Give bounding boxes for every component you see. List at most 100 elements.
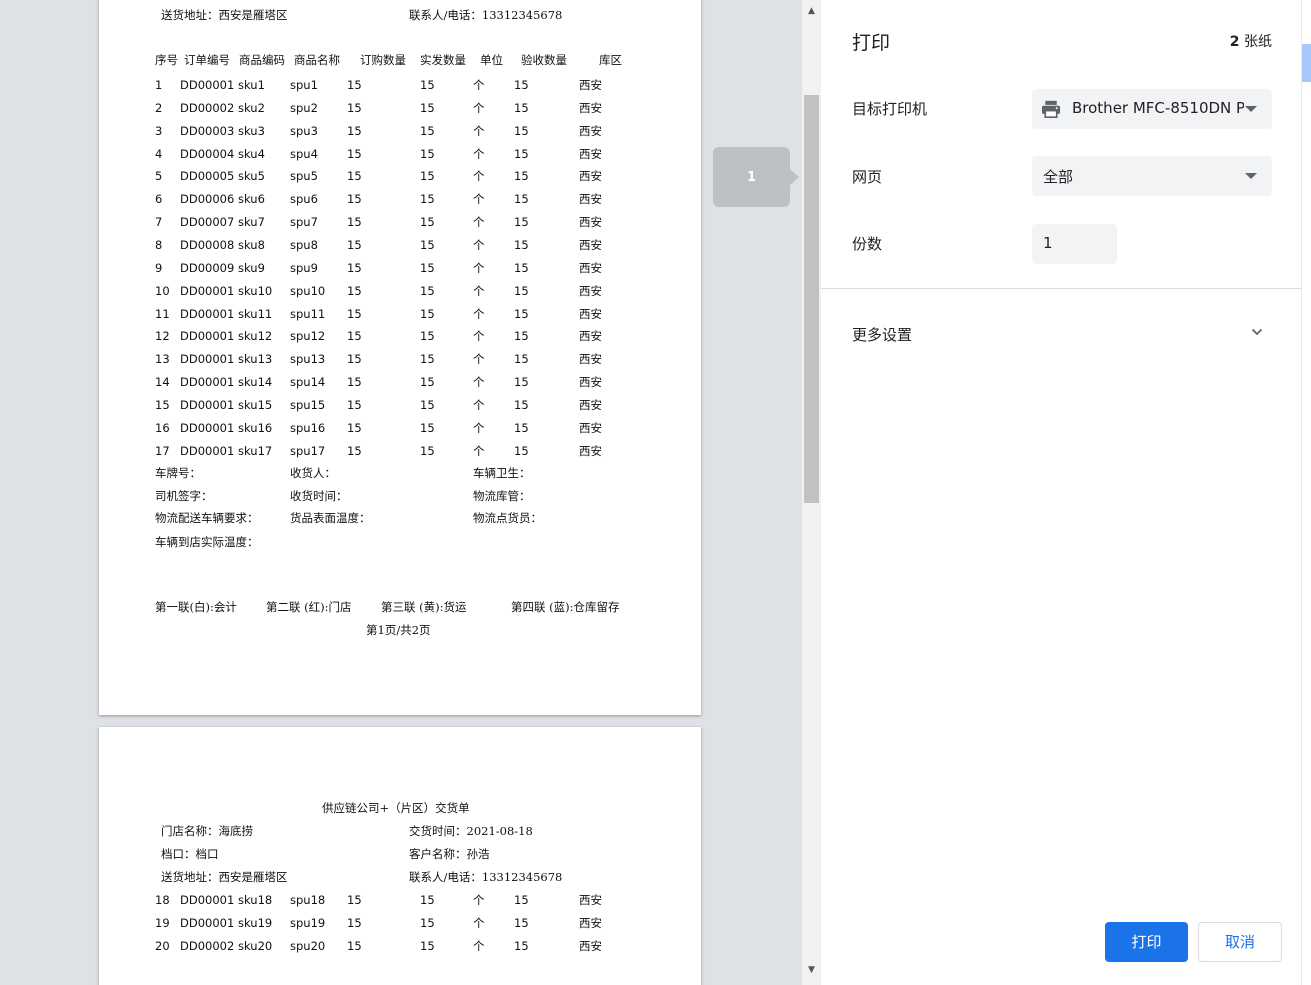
table-cell-sku: sku7 — [238, 215, 265, 230]
section-divider — [821, 288, 1301, 289]
printer-select[interactable]: Brother MFC-8510DN Printer — [1032, 89, 1272, 129]
copies-input[interactable]: 1 — [1032, 224, 1117, 264]
table-row: 14 DD00001 sku14 spu14 15 15 个 15 西安 — [99, 375, 701, 389]
table-cell-sku: sku8 — [238, 237, 265, 252]
preview-page-2: 供应链公司+（片区）交货单 门店名称：海底捞 交货时间：2021-08-18 档… — [99, 727, 701, 985]
col-order-no-header: 订单编号 — [184, 53, 230, 67]
table-cell-index: 12 — [155, 329, 170, 344]
table-cell-order-no: DD00001 — [180, 78, 235, 92]
pages-select[interactable]: 全部 — [1032, 156, 1272, 196]
table-cell-index: 3 — [155, 123, 163, 138]
table-cell-index: 20 — [155, 939, 170, 953]
print-preview-area[interactable]: 送货地址：西安是雁塔区 联系人/电话：13312345678 序号 订单编号 商品编… — [0, 0, 802, 985]
warehouse-manager-label: 物流库管： — [473, 489, 531, 503]
table-cell-zone: 西安 — [579, 192, 602, 207]
table-cell-zone: 西安 — [579, 215, 602, 230]
table-cell-index: 8 — [155, 237, 163, 252]
table-cell-shipped-qty: 15 — [420, 306, 435, 321]
table-cell-sku: sku14 — [238, 375, 273, 390]
table-cell-unit: 个 — [473, 169, 485, 184]
table-cell-spu: spu15 — [290, 397, 326, 412]
table-cell-index: 2 — [155, 100, 163, 115]
table-cell-zone: 西安 — [579, 169, 602, 184]
table-cell-spu: spu13 — [290, 352, 326, 367]
table-cell-ordered-qty: 15 — [347, 78, 362, 92]
table-cell-order-no: DD00002 — [180, 100, 235, 115]
table-cell-index: 1 — [155, 78, 163, 92]
table-cell-spu: spu14 — [290, 375, 326, 390]
table-cell-ordered-qty: 15 — [347, 192, 362, 207]
table-cell-sku: sku1 — [238, 78, 265, 92]
table-cell-sku: sku6 — [238, 192, 265, 207]
table-cell-sku: sku5 — [238, 169, 265, 184]
table-cell-order-no: DD00001 — [180, 916, 235, 930]
copy-red: 第二联 (红):门店 — [266, 600, 352, 614]
scroll-thumb[interactable] — [804, 95, 819, 503]
printer-icon — [1042, 100, 1060, 118]
table-cell-ordered-qty: 15 — [347, 939, 362, 953]
scroll-up-arrow-icon[interactable]: ▲ — [802, 0, 821, 22]
chevron-down-icon[interactable] — [1251, 326, 1263, 338]
table-cell-shipped-qty: 15 — [420, 215, 435, 230]
page-number-indicator[interactable]: 1 — [713, 147, 799, 207]
table-cell-index: 5 — [155, 169, 163, 184]
sheet-count-number: 2 — [1229, 34, 1240, 50]
table-cell-zone: 西安 — [579, 893, 602, 907]
table-cell-sku: sku11 — [238, 306, 273, 321]
vehicle-requirement-label: 物流配送车辆要求： — [155, 511, 259, 525]
table-cell-unit: 个 — [473, 260, 485, 275]
cancel-button[interactable]: 取消 — [1198, 922, 1282, 962]
table-cell-shipped-qty: 15 — [420, 123, 435, 138]
table-cell-sku: sku17 — [238, 443, 273, 458]
table-cell-sku: sku19 — [238, 916, 273, 930]
table-cell-accepted-qty: 15 — [514, 939, 529, 953]
table-cell-zone: 西安 — [579, 237, 602, 252]
preview-scrollbar[interactable]: ▲ ▼ — [802, 0, 821, 985]
col-sku-header: 商品编码 — [239, 53, 285, 67]
table-cell-index: 9 — [155, 260, 163, 275]
table-cell-accepted-qty: 15 — [514, 78, 529, 92]
table-row: 2 DD00002 sku2 spu2 15 15 个 15 西安 — [99, 101, 701, 115]
table-cell-shipped-qty: 15 — [420, 169, 435, 184]
table-cell-sku: sku9 — [238, 260, 265, 275]
table-cell-order-no: DD00001 — [180, 420, 235, 435]
table-cell-accepted-qty: 15 — [514, 306, 529, 321]
table-cell-shipped-qty: 15 — [420, 893, 435, 907]
table-cell-order-no: DD00001 — [180, 306, 235, 321]
table-row: 16 DD00001 sku16 spu16 15 15 个 15 西安 — [99, 421, 701, 435]
table-cell-unit: 个 — [473, 192, 485, 207]
col-accepted-qty-header: 验收数量 — [521, 53, 567, 67]
col-zone-header: 库区 — [599, 53, 622, 67]
table-cell-order-no: DD00006 — [180, 192, 235, 207]
table-cell-shipped-qty: 15 — [420, 146, 435, 161]
table-cell-zone: 西安 — [579, 283, 602, 298]
table-cell-order-no: DD00007 — [180, 215, 235, 230]
table-cell-unit: 个 — [473, 237, 485, 252]
table-cell-zone: 西安 — [579, 306, 602, 321]
table-cell-spu: spu4 — [290, 146, 318, 161]
table-cell-accepted-qty: 15 — [514, 260, 529, 275]
table-cell-index: 19 — [155, 916, 170, 930]
table-cell-sku: sku13 — [238, 352, 273, 367]
table-cell-index: 7 — [155, 215, 163, 230]
table-cell-sku: sku3 — [238, 123, 265, 138]
store-name: 门店名称：海底捞 — [161, 824, 253, 838]
stall: 档口：档口 — [161, 847, 219, 861]
table-cell-order-no: DD00001 — [180, 443, 235, 458]
sheet-count-unit: 张纸 — [1244, 34, 1272, 50]
customer-name: 客户名称：孙浩 — [409, 847, 490, 861]
table-cell-unit: 个 — [473, 100, 485, 115]
table-cell-sku: sku16 — [238, 420, 273, 435]
print-button[interactable]: 打印 — [1105, 922, 1188, 962]
table-cell-ordered-qty: 15 — [347, 260, 362, 275]
table-cell-spu: spu5 — [290, 169, 318, 184]
table-cell-shipped-qty: 15 — [420, 260, 435, 275]
more-settings-toggle[interactable]: 更多设置 — [852, 324, 912, 345]
table-cell-zone: 西安 — [579, 939, 602, 953]
table-cell-shipped-qty: 15 — [420, 192, 435, 207]
receiver-label: 收货人： — [290, 466, 336, 480]
table-row: 15 DD00001 sku15 spu15 15 15 个 15 西安 — [99, 398, 701, 412]
table-cell-unit: 个 — [473, 397, 485, 412]
table-cell-ordered-qty: 15 — [347, 443, 362, 458]
scroll-down-arrow-icon[interactable]: ▼ — [802, 959, 821, 981]
